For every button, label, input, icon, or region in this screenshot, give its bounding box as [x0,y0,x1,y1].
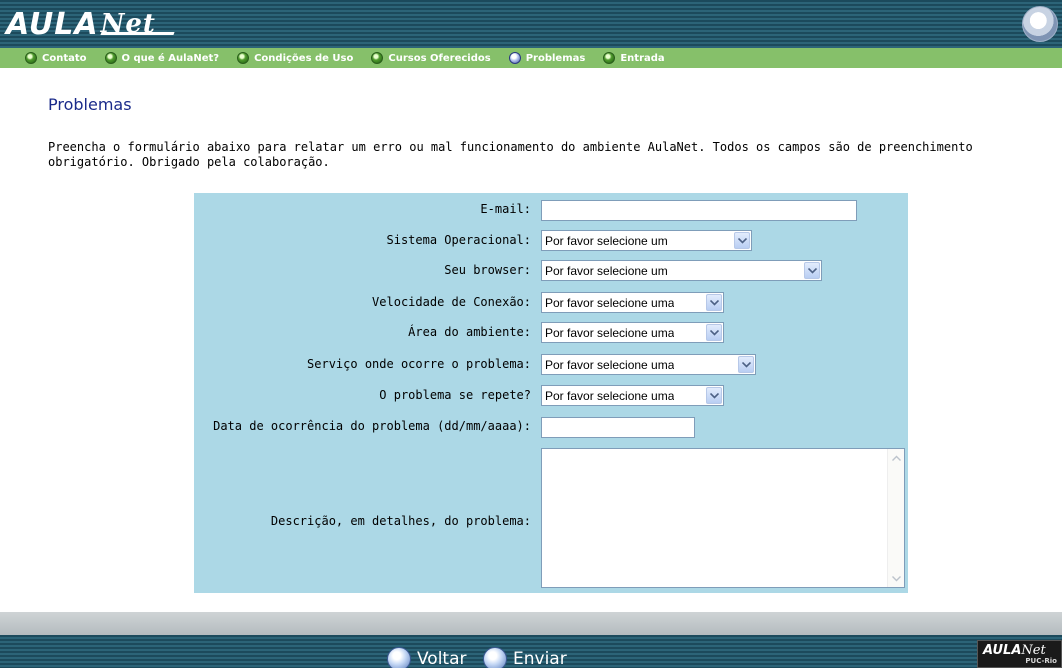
connection-select-value: Por favor selecione uma [545,295,675,310]
row-repeats: O problema se repete? Por favor selecion… [194,385,908,407]
description-textarea[interactable] [541,448,905,588]
chevron-down-icon[interactable] [738,356,754,373]
connection-select[interactable]: Por favor selecione uma [541,292,724,313]
page-title: Problemas [48,95,132,114]
nav-item-label: O que é AulaNet? [121,52,220,64]
aulanet-logo[interactable]: AULA Net [6,4,156,44]
scroll-up-icon[interactable] [889,450,904,465]
description-label: Descrição, em detalhes, do problema: [270,514,531,528]
nav-item-entrada[interactable]: Entrada [603,52,665,64]
row-service: Serviço onde ocorre o problema: Por favo… [194,354,908,376]
mini-logo-sub-text: PUC-Rio [1025,657,1057,665]
browser-label: Seu browser: [444,263,531,277]
nav-item-label: Contato [42,52,87,64]
description-wrapper [541,448,905,588]
main-nav: Contato O que é AulaNet? Condições de Us… [0,48,1062,68]
send-button-label: Enviar [513,649,567,668]
browser-select-value: Por favor selecione um [545,263,668,278]
bullet-icon [237,52,250,64]
row-os: Sistema Operacional: Por favor selecione… [194,230,908,252]
nav-item-cursos-oferecidos[interactable]: Cursos Oferecidos [371,52,491,64]
nav-item-condicoes-de-uso[interactable]: Condições de Uso [237,52,353,64]
bullet-icon [371,52,384,64]
chevron-down-icon[interactable] [706,294,722,311]
nav-item-label: Problemas [525,52,586,64]
repeats-label: O problema se repete? [379,388,531,402]
os-label: Sistema Operacional: [386,233,532,247]
os-select-value: Por favor selecione um [545,233,668,248]
send-bullet-icon [483,647,507,668]
row-email: E-mail: [194,199,908,221]
browser-select[interactable]: Por favor selecione um [541,260,822,281]
row-connection: Velocidade de Conexão: Por favor selecio… [194,292,908,314]
textarea-scrollbar[interactable] [887,449,904,587]
row-date: Data de ocorrência do problema (dd/mm/aa… [194,416,908,438]
area-select-value: Por favor selecione uma [545,325,675,340]
nav-item-label: Entrada [620,52,665,64]
logo-main-text: AULA [6,6,99,42]
repeats-select[interactable]: Por favor selecione uma [541,385,724,406]
email-field[interactable] [541,199,857,221]
nav-item-contato[interactable]: Contato [25,52,87,64]
chevron-down-icon[interactable] [706,324,722,341]
university-seal-icon [1022,6,1058,42]
mini-logo-main-text: AULANet [983,643,1046,658]
service-select[interactable]: Por favor selecione uma [541,354,756,375]
scroll-down-icon[interactable] [889,571,904,586]
nav-item-label: Condições de Uso [254,52,354,64]
date-field[interactable] [541,416,695,438]
back-button-label: Voltar [417,649,467,668]
bullet-icon [104,52,117,64]
repeats-select-value: Por favor selecione uma [545,388,675,403]
nav-item-label: Cursos Oferecidos [388,52,491,64]
aulanet-puc-rio-logo[interactable]: AULANet PUC-Rio [977,640,1062,668]
back-bullet-icon [387,647,411,668]
problem-report-form: E-mail: Sistema Operacional: Por favor s… [194,193,908,593]
bullet-icon [25,52,37,64]
chevron-down-icon[interactable] [804,262,820,279]
row-area: Área do ambiente: Por favor selecione um… [194,322,908,344]
active-bullet-icon [508,52,521,64]
service-label: Serviço onde ocorre o problema: [307,357,531,371]
email-label: E-mail: [480,202,531,216]
chevron-down-icon[interactable] [706,387,722,404]
send-button[interactable]: Enviar [483,647,567,668]
nav-item-problemas[interactable]: Problemas [508,52,586,64]
area-select[interactable]: Por favor selecione uma [541,322,724,343]
nav-item-o-que-e-aulanet[interactable]: O que é AulaNet? [104,52,220,64]
row-browser: Seu browser: Por favor selecione um [194,260,908,282]
back-button[interactable]: Voltar [387,647,467,668]
area-label: Área do ambiente: [408,325,531,339]
connection-label: Velocidade de Conexão: [372,295,531,309]
bullet-icon [603,52,616,64]
footer-divider [0,612,1062,635]
os-select[interactable]: Por favor selecione um [541,230,752,251]
header-bar: AULA Net [0,0,1062,48]
date-label: Data de ocorrência do problema (dd/mm/aa… [213,419,531,433]
service-select-value: Por favor selecione uma [545,357,675,372]
chevron-down-icon[interactable] [734,232,750,249]
intro-text: Preencha o formulário abaixo para relata… [48,140,973,169]
logo-net-text: Net [100,9,156,39]
